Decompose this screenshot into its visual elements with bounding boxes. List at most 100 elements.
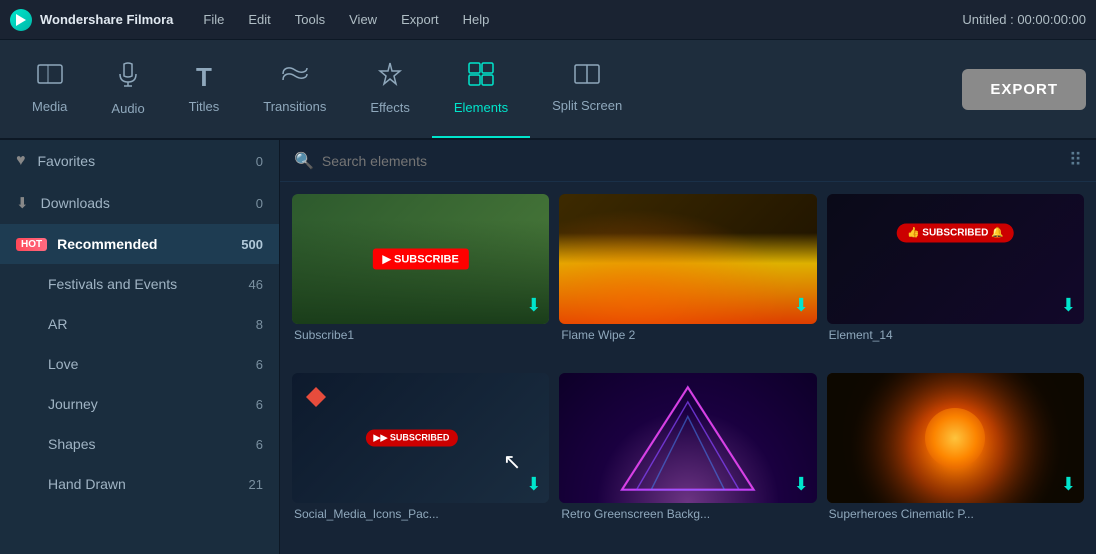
sidebar-item-love[interactable]: Love 6 bbox=[0, 344, 279, 384]
toolbar-elements[interactable]: Elements bbox=[432, 40, 530, 138]
sidebar-item-ar[interactable]: AR 8 bbox=[0, 304, 279, 344]
sidebar-item-hand-drawn[interactable]: Hand Drawn 21 bbox=[0, 464, 279, 504]
content-area: 🔍 ⠿ ▶ SUBSCRIBE ⬇ Subscribe1 bbox=[280, 140, 1096, 554]
menu-tools[interactable]: Tools bbox=[285, 8, 335, 31]
app-logo: Wondershare Filmora bbox=[10, 9, 173, 31]
sidebar-count-hand-drawn: 21 bbox=[249, 477, 263, 492]
sidebar-item-shapes[interactable]: Shapes 6 bbox=[0, 424, 279, 464]
element-label-superheroes: Superheroes Cinematic P... bbox=[827, 507, 1084, 521]
element-label-flame: Flame Wipe 2 bbox=[559, 328, 816, 342]
app-logo-icon bbox=[10, 9, 32, 31]
toolbar-effects[interactable]: Effects bbox=[348, 40, 432, 138]
sidebar-label-downloads: Downloads bbox=[41, 195, 110, 211]
menu-edit[interactable]: Edit bbox=[238, 8, 280, 31]
split-screen-label: Split Screen bbox=[552, 98, 622, 113]
sidebar-count-recommended: 500 bbox=[241, 237, 263, 252]
sidebar-label-favorites: Favorites bbox=[38, 153, 96, 169]
element-card-social[interactable]: ▶▶ SUBSCRIBED ↖ ⬇ Social_Media_Icons_Pac… bbox=[292, 373, 549, 542]
element-label-subscribe1: Subscribe1 bbox=[292, 328, 549, 342]
menu-export[interactable]: Export bbox=[391, 8, 449, 31]
media-icon bbox=[36, 62, 64, 93]
element-card-flame-wipe[interactable]: ⬇ Flame Wipe 2 bbox=[559, 194, 816, 363]
download-icon-social: ⬇ bbox=[526, 474, 541, 495]
menu-help[interactable]: Help bbox=[453, 8, 500, 31]
download-icon-retro: ⬇ bbox=[794, 474, 809, 495]
search-bar: 🔍 ⠿ bbox=[280, 140, 1096, 182]
transitions-icon bbox=[281, 62, 309, 93]
cursor-icon: ↖ bbox=[503, 449, 521, 475]
hot-badge: HOT bbox=[16, 238, 47, 251]
grid-view-icon[interactable]: ⠿ bbox=[1069, 150, 1082, 171]
app-name-label: Wondershare Filmora bbox=[40, 12, 173, 27]
sidebar-label-festivals: Festivals and Events bbox=[48, 276, 177, 292]
sidebar-count-shapes: 6 bbox=[256, 437, 263, 452]
sidebar-label-love: Love bbox=[48, 356, 78, 372]
element-card-subscribe1[interactable]: ▶ SUBSCRIBE ⬇ Subscribe1 bbox=[292, 194, 549, 363]
sidebar-item-downloads[interactable]: ⬇ Downloads 0 bbox=[0, 182, 279, 224]
element-thumb-subscribe1: ▶ SUBSCRIBE ⬇ bbox=[292, 194, 549, 324]
subscribed-mock: 👍 SUBSCRIBED 🔔 bbox=[897, 224, 1014, 243]
element-thumb-retro: ⬇ bbox=[559, 373, 816, 503]
elements-grid: ▶ SUBSCRIBE ⬇ Subscribe1 ⬇ Flame Wipe 2 bbox=[280, 182, 1096, 554]
main-content: ♥ Favorites 0 ⬇ Downloads 0 HOT Recommen… bbox=[0, 140, 1096, 554]
sidebar-item-favorites[interactable]: ♥ Favorites 0 bbox=[0, 140, 279, 182]
toolbar: Media Audio T Titles Transitions bbox=[0, 40, 1096, 140]
sidebar-label-journey: Journey bbox=[48, 396, 98, 412]
sidebar-label-recommended: Recommended bbox=[57, 236, 157, 252]
element-card-retro[interactable]: ⬇ Retro Greenscreen Backg... bbox=[559, 373, 816, 542]
toolbar-audio[interactable]: Audio bbox=[89, 40, 166, 138]
titles-label: Titles bbox=[189, 99, 220, 114]
download-icon-superheroes: ⬇ bbox=[1061, 474, 1076, 495]
title-area: Untitled : 00:00:00:00 bbox=[962, 12, 1086, 27]
element-thumb-superheroes: ⬇ bbox=[827, 373, 1084, 503]
sidebar-item-festivals[interactable]: Festivals and Events 46 bbox=[0, 264, 279, 304]
download-icon-subscribe1: ⬇ bbox=[526, 295, 541, 316]
media-label: Media bbox=[32, 99, 67, 114]
sidebar-label-hand-drawn: Hand Drawn bbox=[48, 476, 126, 492]
audio-label: Audio bbox=[111, 101, 144, 116]
sidebar-count-love: 6 bbox=[256, 357, 263, 372]
element-card-element14[interactable]: 👍 SUBSCRIBED 🔔 ⬇ Element_14 bbox=[827, 194, 1084, 363]
effects-label: Effects bbox=[370, 100, 410, 115]
titles-icon: T bbox=[196, 62, 212, 93]
export-button[interactable]: EXPORT bbox=[962, 69, 1086, 110]
effects-icon bbox=[377, 61, 403, 94]
download-icon-element14: ⬇ bbox=[1061, 295, 1076, 316]
split-screen-icon bbox=[573, 63, 601, 92]
menu-view[interactable]: View bbox=[339, 8, 387, 31]
sidebar-count-festivals: 46 bbox=[249, 277, 263, 292]
subscribed-mock-sm: ▶▶ SUBSCRIBED bbox=[366, 430, 458, 447]
download-icon-flame: ⬇ bbox=[794, 295, 809, 316]
element-label-element14: Element_14 bbox=[827, 328, 1084, 342]
toolbar-transitions[interactable]: Transitions bbox=[241, 40, 348, 138]
menu-bar: Wondershare Filmora File Edit Tools View… bbox=[0, 0, 1096, 40]
elements-icon bbox=[467, 61, 495, 94]
heart-icon: ♥ bbox=[16, 152, 26, 170]
sidebar-count-downloads: 0 bbox=[256, 196, 263, 211]
search-input[interactable] bbox=[322, 153, 1061, 169]
sidebar-collapse-button[interactable]: ◀ bbox=[279, 332, 280, 362]
sidebar-label-ar: AR bbox=[48, 316, 67, 332]
sidebar-item-journey[interactable]: Journey 6 bbox=[0, 384, 279, 424]
search-icon: 🔍 bbox=[294, 151, 314, 171]
menu-file[interactable]: File bbox=[193, 8, 234, 31]
elements-label: Elements bbox=[454, 100, 508, 115]
sidebar: ♥ Favorites 0 ⬇ Downloads 0 HOT Recommen… bbox=[0, 140, 280, 554]
element-thumb-element14: 👍 SUBSCRIBED 🔔 ⬇ bbox=[827, 194, 1084, 324]
toolbar-titles[interactable]: T Titles bbox=[167, 40, 242, 138]
sidebar-count-journey: 6 bbox=[256, 397, 263, 412]
sidebar-item-recommended[interactable]: HOT Recommended 500 bbox=[0, 224, 279, 264]
element-thumb-flame: ⬇ bbox=[559, 194, 816, 324]
subscribe-btn-mock: ▶ SUBSCRIBE bbox=[373, 249, 469, 270]
sidebar-count-favorites: 0 bbox=[256, 154, 263, 169]
element-label-social: Social_Media_Icons_Pac... bbox=[292, 507, 549, 521]
transitions-label: Transitions bbox=[263, 99, 326, 114]
toolbar-media[interactable]: Media bbox=[10, 40, 89, 138]
element-card-superheroes[interactable]: ⬇ Superheroes Cinematic P... bbox=[827, 373, 1084, 542]
element-label-retro: Retro Greenscreen Backg... bbox=[559, 507, 816, 521]
menu-items: File Edit Tools View Export Help bbox=[193, 8, 499, 31]
element-thumb-social: ▶▶ SUBSCRIBED ↖ ⬇ bbox=[292, 373, 549, 503]
sidebar-count-ar: 8 bbox=[256, 317, 263, 332]
toolbar-split-screen[interactable]: Split Screen bbox=[530, 40, 644, 138]
sidebar-label-shapes: Shapes bbox=[48, 436, 95, 452]
